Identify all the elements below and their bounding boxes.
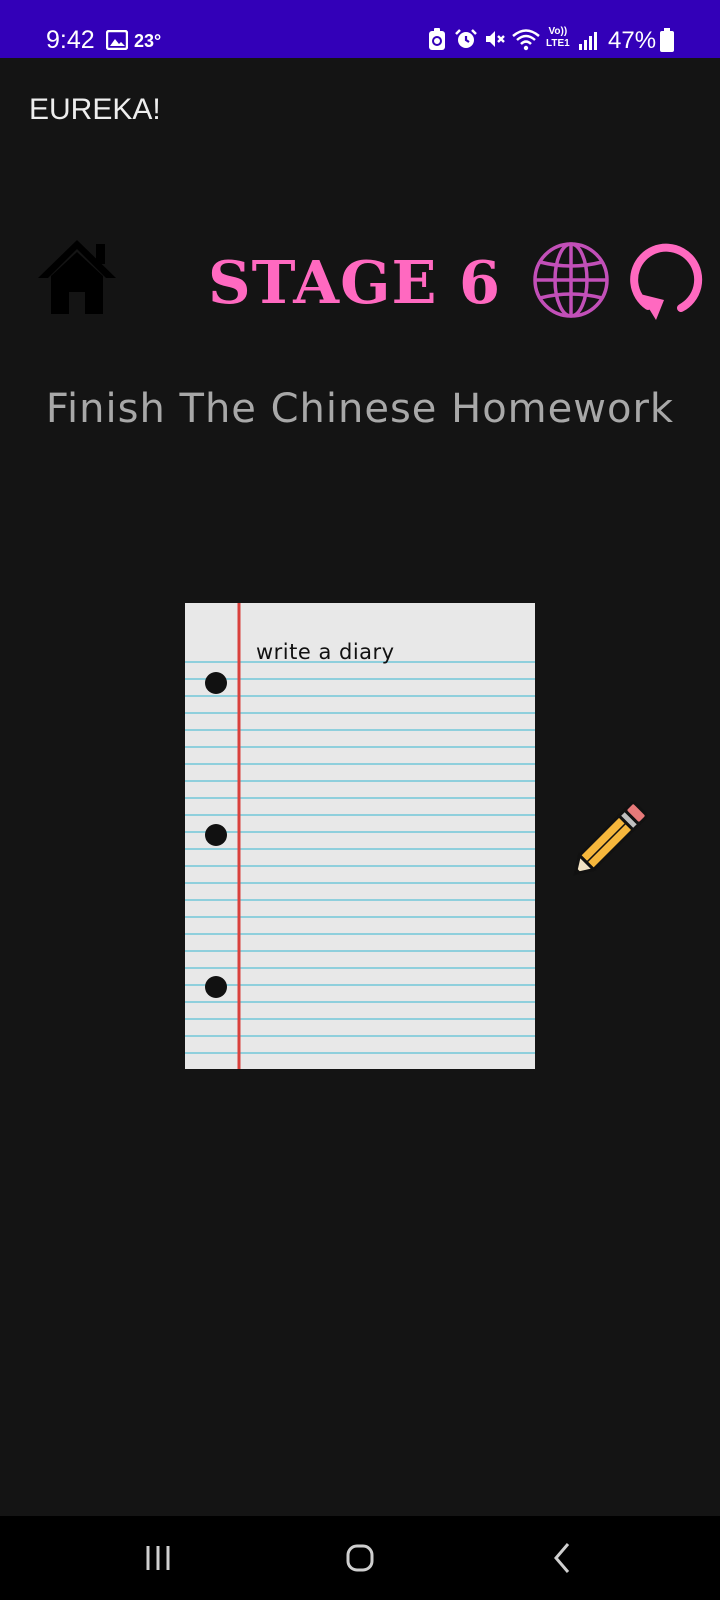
photo-icon	[106, 30, 128, 50]
status-bar: 9:42 23° Vo)) LTE1 47%	[0, 0, 720, 58]
wifi-icon	[512, 29, 540, 51]
battery-saver-icon	[429, 28, 445, 50]
home-button-icon[interactable]	[310, 1516, 410, 1600]
status-temperature: 23°	[134, 31, 162, 51]
battery-icon	[660, 28, 674, 52]
home-icon[interactable]	[36, 238, 118, 316]
recent-apps-icon[interactable]	[108, 1516, 208, 1600]
alarm-icon	[455, 29, 477, 48]
pencil-icon[interactable]	[566, 791, 658, 883]
globe-icon[interactable]	[531, 240, 611, 320]
puzzle-title: Finish The Chinese Homework	[45, 386, 675, 432]
navigation-bar	[0, 1516, 720, 1600]
stage-label: STAGE 6	[208, 248, 502, 317]
status-time: 9:42	[46, 26, 95, 54]
back-icon[interactable]	[512, 1516, 612, 1600]
notebook-paper[interactable]	[185, 603, 535, 1069]
volte-icon: Vo)) LTE1	[546, 26, 570, 49]
mute-icon	[486, 31, 505, 47]
signal-icon	[579, 32, 597, 50]
battery-percentage: 47%	[608, 27, 657, 54]
app-title: EUREKA!	[29, 93, 161, 126]
paper-text: write a diary	[256, 640, 395, 664]
restart-icon[interactable]	[626, 238, 708, 322]
